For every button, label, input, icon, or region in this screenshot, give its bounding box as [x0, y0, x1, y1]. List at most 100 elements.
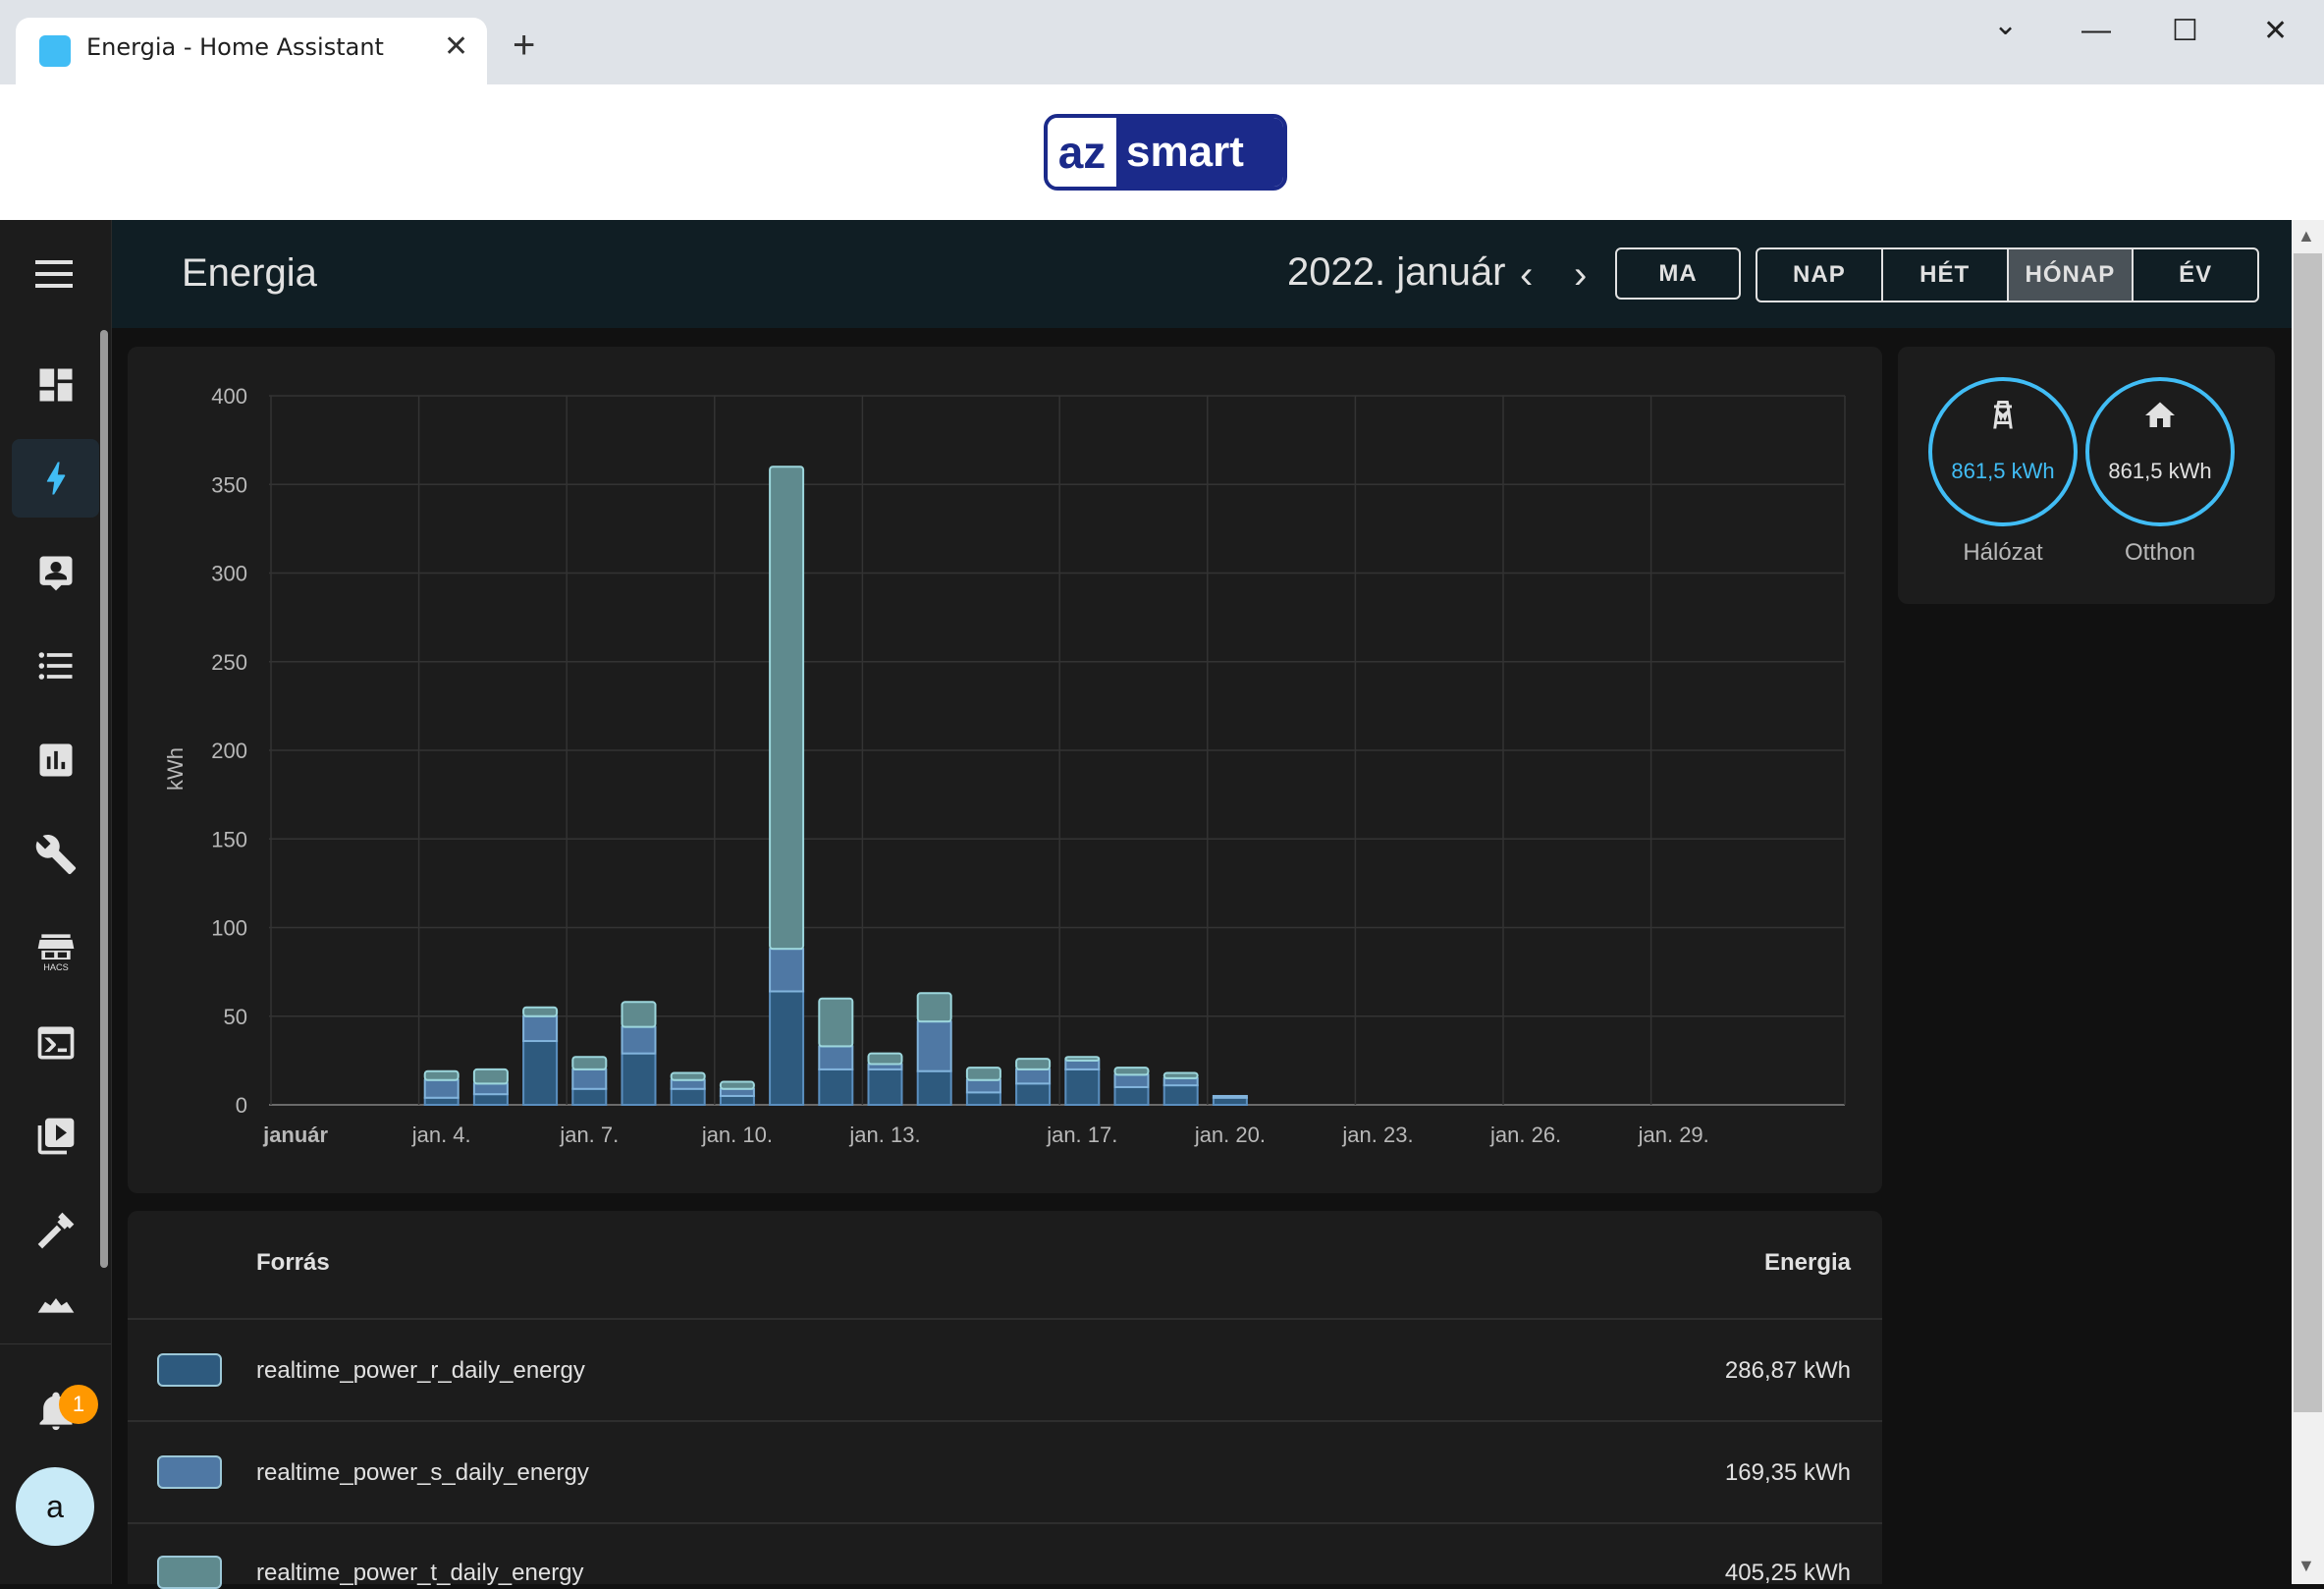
scroll-down-arrow-icon[interactable]: ▼	[2297, 1556, 2315, 1576]
bar-segment-realtime_power_r_daily_energy[interactable]	[965, 1091, 1001, 1106]
bar-segment-realtime_power_t_daily_energy[interactable]	[719, 1080, 755, 1090]
bar-segment-realtime_power_t_daily_energy[interactable]	[423, 1069, 459, 1081]
home-icon	[2145, 402, 2175, 427]
range-day-button[interactable]: NAP	[1757, 249, 1883, 301]
bar-segment-realtime_power_t_daily_energy[interactable]	[818, 997, 854, 1048]
chevron-left-icon[interactable]: ‹	[1520, 253, 1533, 298]
y-tick-label: 150	[211, 827, 247, 851]
bar-segment-realtime_power_t_daily_energy[interactable]	[571, 1056, 608, 1070]
series-s-swatch	[157, 1455, 222, 1489]
bar-segment-realtime_power_s_daily_energy[interactable]	[1162, 1076, 1199, 1087]
bar-segment-realtime_power_r_daily_energy[interactable]	[1212, 1096, 1248, 1107]
bar-segment-realtime_power_r_daily_energy[interactable]	[472, 1093, 509, 1106]
table-row-name: realtime_power_t_daily_energy	[256, 1560, 584, 1586]
bar-segment-realtime_power_r_daily_energy[interactable]	[916, 1069, 952, 1107]
bar-segment-realtime_power_t_daily_energy[interactable]	[621, 1001, 657, 1028]
bar-segment-realtime_power_s_daily_energy[interactable]	[522, 1014, 559, 1043]
bar-segment-realtime_power_t_daily_energy[interactable]	[1064, 1056, 1101, 1062]
bar-segment-realtime_power_s_daily_energy[interactable]	[571, 1068, 608, 1090]
close-tab-icon[interactable]: ✕	[444, 29, 468, 64]
tab-list-chevron-icon[interactable]: ⌄	[1993, 8, 2018, 42]
bar-segment-realtime_power_t_daily_energy[interactable]	[769, 466, 805, 951]
bar-segment-realtime_power_r_daily_energy[interactable]	[522, 1040, 559, 1107]
table-row-value: 405,25 kWh	[1724, 1560, 1851, 1586]
bar-segment-realtime_power_t_daily_energy[interactable]	[670, 1071, 706, 1081]
sidebar-scrollbar[interactable]	[100, 330, 108, 1268]
bar-segment-realtime_power_t_daily_energy[interactable]	[1162, 1071, 1199, 1079]
energy-distribution-card: 861,5 kWh Hálózat 861,5 kWh Otthon	[1898, 347, 2275, 604]
bar-segment-realtime_power_t_daily_energy[interactable]	[522, 1006, 559, 1017]
format-list-icon[interactable]	[12, 627, 99, 705]
account-box-icon[interactable]	[12, 533, 99, 612]
bar-segment-realtime_power_s_daily_energy[interactable]	[1113, 1073, 1150, 1088]
bar-segment-realtime_power_r_daily_energy[interactable]	[1064, 1068, 1101, 1107]
menu-icon[interactable]	[35, 260, 73, 288]
bar-segment-realtime_power_t_daily_energy[interactable]	[965, 1067, 1001, 1081]
bar-segment-realtime_power_s_daily_energy[interactable]	[965, 1078, 1001, 1094]
bar-segment-realtime_power_t_daily_energy[interactable]	[1113, 1067, 1150, 1076]
browser-tab[interactable]: Energia - Home Assistant ✕	[16, 18, 487, 84]
table-header-source: Forrás	[256, 1249, 330, 1276]
console-icon[interactable]	[12, 1004, 99, 1082]
x-tick-label: jan. 20.	[1194, 1123, 1266, 1147]
bar-segment-realtime_power_r_daily_energy[interactable]	[769, 990, 805, 1106]
bar-segment-realtime_power_r_daily_energy[interactable]	[1113, 1085, 1150, 1107]
close-window-button[interactable]: ✕	[2263, 14, 2288, 48]
bar-segment-realtime_power_s_daily_energy[interactable]	[769, 948, 805, 993]
lightning-icon[interactable]	[12, 439, 99, 518]
tab-title: Energia - Home Assistant	[86, 33, 384, 61]
table-divider	[128, 1420, 1882, 1422]
table-divider	[128, 1318, 1882, 1320]
bar-segment-realtime_power_t_daily_energy[interactable]	[472, 1068, 509, 1085]
bar-segment-realtime_power_r_daily_energy[interactable]	[1162, 1084, 1199, 1107]
scroll-up-arrow-icon[interactable]: ▲	[2297, 226, 2315, 247]
bar-segment-realtime_power_t_daily_energy[interactable]	[1015, 1058, 1052, 1070]
svg-text:HACS: HACS	[43, 962, 68, 970]
y-tick-label: 50	[224, 1005, 247, 1029]
bar-segment-realtime_power_r_daily_energy[interactable]	[670, 1087, 706, 1107]
bar-segment-realtime_power_r_daily_energy[interactable]	[571, 1087, 608, 1107]
bar-segment-realtime_power_s_daily_energy[interactable]	[621, 1025, 657, 1055]
cloud-icon[interactable]	[12, 1277, 99, 1316]
chart-box-icon[interactable]	[12, 721, 99, 799]
table-row-name: realtime_power_r_daily_energy	[256, 1357, 585, 1384]
bar-segment-realtime_power_r_daily_energy[interactable]	[423, 1096, 459, 1107]
hammer-icon[interactable]	[12, 1191, 99, 1270]
bar-segment-realtime_power_s_daily_energy[interactable]	[1015, 1068, 1052, 1085]
bar-segment-realtime_power_s_daily_energy[interactable]	[818, 1045, 854, 1070]
page-scrollbar-thumb[interactable]	[2294, 253, 2322, 1412]
bar-segment-realtime_power_r_daily_energy[interactable]	[1015, 1082, 1052, 1107]
bar-segment-realtime_power_s_daily_energy[interactable]	[472, 1082, 509, 1096]
x-tick-label: jan. 4.	[411, 1123, 471, 1147]
bar-segment-realtime_power_s_daily_energy[interactable]	[1064, 1059, 1101, 1070]
bar-segment-realtime_power_s_daily_energy[interactable]	[670, 1078, 706, 1090]
page-title: Energia	[182, 251, 317, 295]
range-year-button[interactable]: ÉV	[2134, 249, 2257, 301]
new-tab-button[interactable]: +	[513, 26, 535, 65]
store-icon[interactable]: HACS	[12, 909, 99, 988]
bar-segment-realtime_power_t_daily_energy[interactable]	[916, 992, 952, 1023]
bar-segment-realtime_power_s_daily_energy[interactable]	[1212, 1094, 1248, 1099]
bar-segment-realtime_power_t_daily_energy[interactable]	[867, 1052, 903, 1066]
bar-segment-realtime_power_r_daily_energy[interactable]	[867, 1068, 903, 1107]
bar-segment-realtime_power_r_daily_energy[interactable]	[719, 1094, 755, 1106]
home-label: Otthon	[2124, 539, 2196, 566]
sources-table-card	[128, 1211, 1882, 1584]
x-tick-label: jan. 29.	[1638, 1123, 1709, 1147]
today-button[interactable]: MA	[1615, 247, 1741, 300]
wrench-icon[interactable]	[12, 815, 99, 894]
range-week-button[interactable]: HÉT	[1883, 249, 2009, 301]
view-dashboard-icon[interactable]	[12, 346, 99, 424]
x-tick-label: jan. 13.	[848, 1123, 920, 1147]
bar-segment-realtime_power_r_daily_energy[interactable]	[621, 1052, 657, 1107]
play-box-icon[interactable]	[12, 1097, 99, 1176]
user-avatar[interactable]: a	[16, 1467, 94, 1546]
bar-segment-realtime_power_r_daily_energy[interactable]	[818, 1068, 854, 1107]
bar-segment-realtime_power_s_daily_energy[interactable]	[423, 1078, 459, 1099]
chevron-right-icon[interactable]: ›	[1574, 253, 1587, 298]
bar-segment-realtime_power_s_daily_energy[interactable]	[916, 1020, 952, 1072]
range-month-button[interactable]: HÓNAP	[2008, 249, 2135, 301]
minimize-button[interactable]: —	[2081, 14, 2111, 47]
maximize-button[interactable]: ☐	[2172, 14, 2198, 48]
bar-segment-realtime_power_s_daily_energy[interactable]	[719, 1087, 755, 1097]
